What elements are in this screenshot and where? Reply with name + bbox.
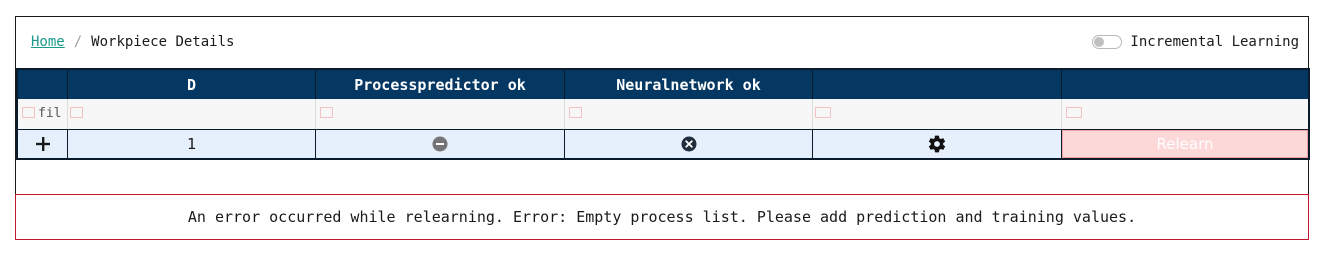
breadcrumb-current: Workpiece Details: [91, 34, 235, 50]
filter-box-settings[interactable]: [815, 107, 831, 118]
toggle-switch[interactable]: [1092, 35, 1123, 49]
x-circle-icon: [681, 136, 696, 152]
filter-box-d[interactable]: [70, 107, 83, 118]
workpiece-table: D Processpredictor ok Neuralnetwork ok f…: [16, 68, 1310, 160]
error-message-box: An error occurred while relearning. Erro…: [15, 194, 1309, 240]
toggle-knob: [1094, 37, 1105, 47]
cell-d-value: 1: [68, 130, 316, 158]
minus-circle-icon: [432, 136, 448, 152]
filter-cell-processpredictor[interactable]: [316, 99, 565, 129]
error-message-text: An error occurred while relearning. Erro…: [187, 208, 1137, 226]
filter-cell-expand[interactable]: fil: [18, 99, 68, 129]
relearn-button[interactable]: Relearn: [1062, 130, 1308, 158]
filter-cell-action[interactable]: [1062, 99, 1308, 129]
table-header-row: D Processpredictor ok Neuralnetwork ok: [16, 68, 1310, 99]
settings-button[interactable]: [813, 130, 1062, 158]
breadcrumb-home-link[interactable]: Home: [31, 34, 65, 50]
header-expand: [18, 70, 68, 99]
table-row: 1 Relearn: [16, 129, 1310, 160]
incremental-learning-toggle[interactable]: Incremental Learning: [1092, 34, 1299, 50]
header-neuralnetwork[interactable]: Neuralnetwork ok: [565, 70, 813, 99]
filter-box-processpredictor[interactable]: [320, 107, 333, 118]
filter-cell-settings[interactable]: [813, 99, 1062, 129]
plus-icon: [35, 137, 50, 151]
toggle-label: Incremental Learning: [1130, 34, 1299, 50]
filter-box-neuralnetwork[interactable]: [569, 107, 582, 118]
header-action: [1062, 70, 1308, 99]
expand-row-button[interactable]: [18, 130, 68, 158]
header-processpredictor[interactable]: Processpredictor ok: [316, 70, 565, 99]
header-bar: Home / Workpiece Details Incremental Lea…: [31, 27, 1301, 57]
gear-icon: [928, 135, 946, 153]
header-settings: [813, 70, 1062, 99]
cell-neuralnetwork: [565, 130, 813, 158]
table-filter-row: fil: [16, 99, 1310, 129]
filter-checkbox[interactable]: [22, 107, 35, 118]
breadcrumb-separator: /: [73, 34, 83, 50]
cell-processpredictor: [316, 130, 565, 158]
filter-box-action[interactable]: [1066, 107, 1082, 118]
filter-input-placeholder[interactable]: fil: [38, 106, 61, 121]
filter-cell-d[interactable]: [68, 99, 316, 129]
filter-cell-neuralnetwork[interactable]: [565, 99, 813, 129]
header-d[interactable]: D: [68, 70, 316, 99]
